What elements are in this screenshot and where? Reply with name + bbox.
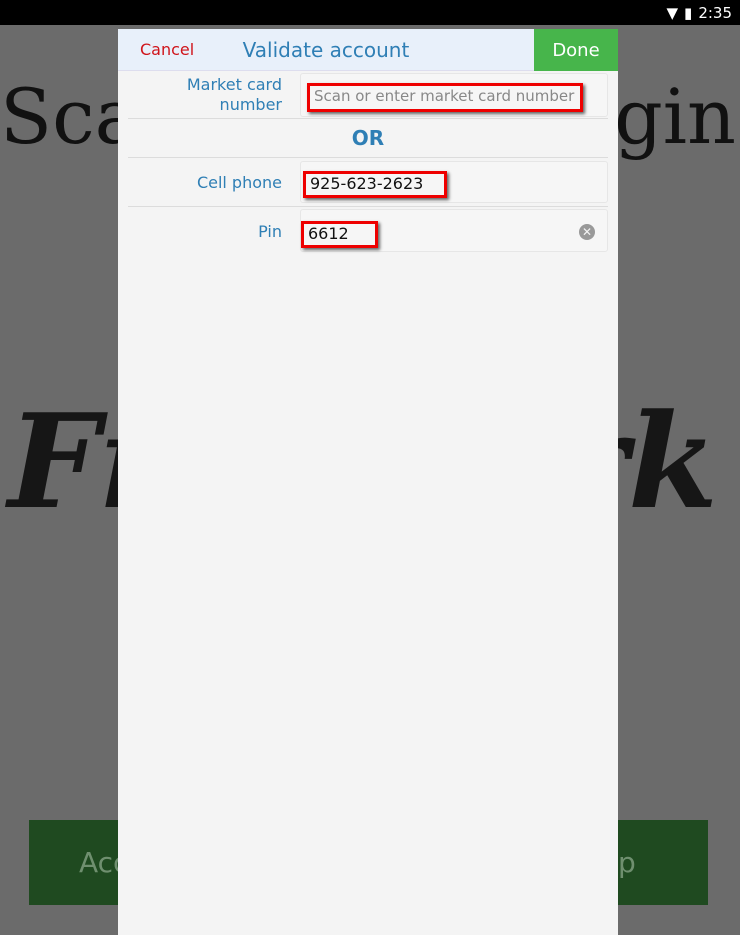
market-card-placeholder: Scan or enter market card number [307,83,583,112]
clear-icon[interactable]: ✕ [579,224,595,240]
background-button-right: p [618,820,708,905]
dialog-header: Cancel Validate account Done [118,29,618,71]
pin-value: 6612 [301,221,378,248]
done-button[interactable]: Done [534,29,618,71]
background-heading-right: gin [614,72,736,161]
market-card-label: Market card number [186,75,282,114]
cell-phone-label: Cell phone [196,173,282,192]
validate-account-dialog: Cancel Validate account Done Market card… [118,29,618,935]
cell-phone-input[interactable]: 925-623-2623 [300,161,608,203]
market-card-row: Market card number Scan or enter market … [128,71,608,119]
cell-phone-value: 925-623-2623 [303,171,447,198]
background-button-right-label: p [618,846,636,879]
status-time: 2:35 [698,3,732,22]
status-bar: ▼ ▮ 2:35 [0,0,740,25]
pin-label: Pin [258,222,282,241]
dialog-title: Validate account [242,38,410,62]
or-separator: OR [128,119,608,158]
market-card-input[interactable]: Scan or enter market card number [300,73,608,117]
background-button-left: Acc [29,820,128,905]
pin-row: Pin 6612 ✕ [128,207,608,255]
wifi-icon: ▼ [666,3,679,22]
cell-phone-row: Cell phone 925-623-2623 [128,158,608,207]
pin-input[interactable]: 6612 ✕ [300,209,608,252]
battery-icon: ▮ [684,3,693,22]
